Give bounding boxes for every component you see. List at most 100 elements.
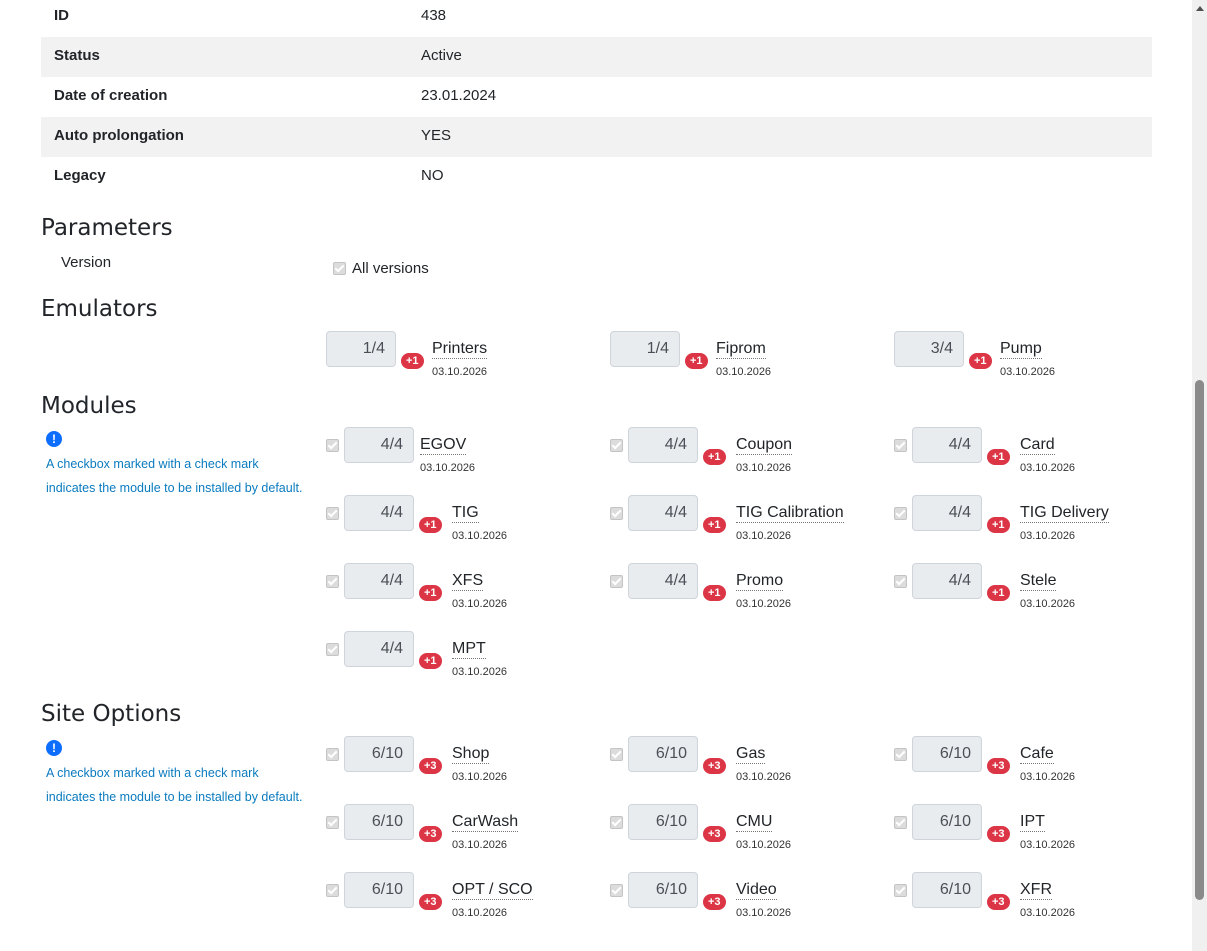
count-badge: +3 (419, 894, 442, 910)
item-name[interactable]: Promo (736, 571, 784, 591)
item-name[interactable]: Cafe (1020, 744, 1054, 764)
item-name[interactable]: TIG Calibration (736, 503, 844, 523)
item-expiry-date: 03.10.2026 (736, 598, 792, 610)
modules-title: Modules (41, 393, 137, 419)
parameters-title: Parameters (41, 215, 173, 241)
count-badge: +3 (703, 758, 726, 774)
quantity-input[interactable]: 4/4 (628, 495, 698, 531)
default-install-checkbox[interactable] (894, 575, 907, 588)
item-expiry-date: 03.10.2026 (452, 907, 508, 919)
item-name[interactable]: XFR (1020, 880, 1052, 900)
quantity-input[interactable]: 6/10 (912, 804, 982, 840)
default-install-checkbox[interactable] (610, 816, 623, 829)
item-expiry-date: 03.10.2026 (736, 839, 792, 851)
quantity-input[interactable]: 4/4 (344, 427, 414, 463)
default-install-checkbox[interactable] (326, 884, 339, 897)
quantity-input[interactable]: 6/10 (628, 736, 698, 772)
quantity-input[interactable]: 6/10 (344, 736, 414, 772)
item-name[interactable]: CMU (736, 812, 773, 832)
scroll-up-arrow-icon[interactable] (1192, 0, 1207, 17)
item-name[interactable]: Pump (1000, 339, 1042, 359)
item-expiry-date: 03.10.2026 (452, 771, 508, 783)
info-row-status: Status Active (41, 37, 1152, 77)
quantity-input[interactable]: 6/10 (912, 872, 982, 908)
item-expiry-date: 03.10.2026 (1020, 530, 1076, 542)
quantity-input[interactable]: 6/10 (628, 804, 698, 840)
default-install-checkbox[interactable] (894, 748, 907, 761)
item-name[interactable]: Stele (1020, 571, 1057, 591)
item-name[interactable]: Printers (432, 339, 488, 359)
item-expiry-date: 03.10.2026 (452, 839, 508, 851)
default-install-checkbox[interactable] (610, 575, 623, 588)
quantity-input[interactable]: 6/10 (912, 736, 982, 772)
item-name[interactable]: Fiprom (716, 339, 766, 359)
default-install-checkbox[interactable] (326, 507, 339, 520)
info-value: YES (421, 127, 452, 144)
item-name[interactable]: Coupon (736, 435, 793, 455)
default-install-checkbox[interactable] (610, 748, 623, 761)
quantity-input[interactable]: 1/4 (610, 331, 680, 367)
default-install-checkbox[interactable] (326, 439, 339, 452)
quantity-input[interactable]: 4/4 (912, 563, 982, 599)
default-install-checkbox[interactable] (326, 575, 339, 588)
default-install-checkbox[interactable] (894, 884, 907, 897)
item-name[interactable]: IPT (1020, 812, 1045, 832)
info-row-id: ID 438 (41, 0, 1152, 37)
count-badge: +3 (703, 826, 726, 842)
quantity-input[interactable]: 6/10 (344, 872, 414, 908)
item-name[interactable]: EGOV (420, 435, 467, 455)
vertical-scrollbar[interactable] (1192, 0, 1207, 951)
item-name[interactable]: TIG Delivery (1020, 503, 1109, 523)
count-badge: +1 (703, 449, 726, 465)
default-install-checkbox[interactable] (326, 643, 339, 656)
item-expiry-date: 03.10.2026 (736, 771, 792, 783)
quantity-input[interactable]: 4/4 (344, 495, 414, 531)
count-badge: +3 (987, 826, 1010, 842)
item-expiry-date: 03.10.2026 (1020, 598, 1076, 610)
info-row-auto-prolongation: Auto prolongation YES (41, 117, 1152, 157)
version-label: Version (61, 254, 112, 271)
default-install-checkbox[interactable] (894, 507, 907, 520)
count-badge: +1 (401, 353, 424, 369)
item-name[interactable]: OPT / SCO (452, 880, 533, 900)
license-details-page: ID 438 Status Active Date of creation 23… (0, 0, 1192, 951)
item-name[interactable]: MPT (452, 639, 486, 659)
quantity-input[interactable]: 3/4 (894, 331, 964, 367)
info-key: Date of creation (54, 87, 168, 104)
default-install-checkbox[interactable] (326, 816, 339, 829)
item-expiry-date: 03.10.2026 (420, 462, 476, 474)
default-install-checkbox[interactable] (610, 507, 623, 520)
item-expiry-date: 03.10.2026 (1020, 462, 1076, 474)
all-versions-checkbox[interactable] (333, 262, 346, 275)
item-name[interactable]: Gas (736, 744, 766, 764)
quantity-input[interactable]: 6/10 (344, 804, 414, 840)
info-key: Auto prolongation (54, 127, 184, 144)
count-badge: +1 (987, 585, 1010, 601)
quantity-input[interactable]: 4/4 (912, 427, 982, 463)
default-install-checkbox[interactable] (610, 439, 623, 452)
item-expiry-date: 03.10.2026 (1020, 771, 1076, 783)
quantity-input[interactable]: 6/10 (628, 872, 698, 908)
site-options-title: Site Options (41, 701, 182, 727)
quantity-input[interactable]: 4/4 (628, 427, 698, 463)
quantity-input[interactable]: 4/4 (912, 495, 982, 531)
info-value: NO (421, 167, 444, 184)
default-install-checkbox[interactable] (610, 884, 623, 897)
item-name[interactable]: Video (736, 880, 777, 900)
item-name[interactable]: Shop (452, 744, 490, 764)
quantity-input[interactable]: 1/4 (326, 331, 396, 367)
item-name[interactable]: Card (1020, 435, 1055, 455)
info-row-date: Date of creation 23.01.2024 (41, 77, 1152, 117)
item-name[interactable]: CarWash (452, 812, 519, 832)
quantity-input[interactable]: 4/4 (344, 563, 414, 599)
quantity-input[interactable]: 4/4 (344, 631, 414, 667)
default-install-checkbox[interactable] (894, 439, 907, 452)
default-install-checkbox[interactable] (326, 748, 339, 761)
info-value: Active (421, 47, 462, 64)
info-circle-icon: ! (46, 431, 62, 447)
default-install-checkbox[interactable] (894, 816, 907, 829)
quantity-input[interactable]: 4/4 (628, 563, 698, 599)
item-name[interactable]: TIG (452, 503, 479, 523)
scrollbar-thumb[interactable] (1195, 380, 1204, 900)
item-name[interactable]: XFS (452, 571, 484, 591)
